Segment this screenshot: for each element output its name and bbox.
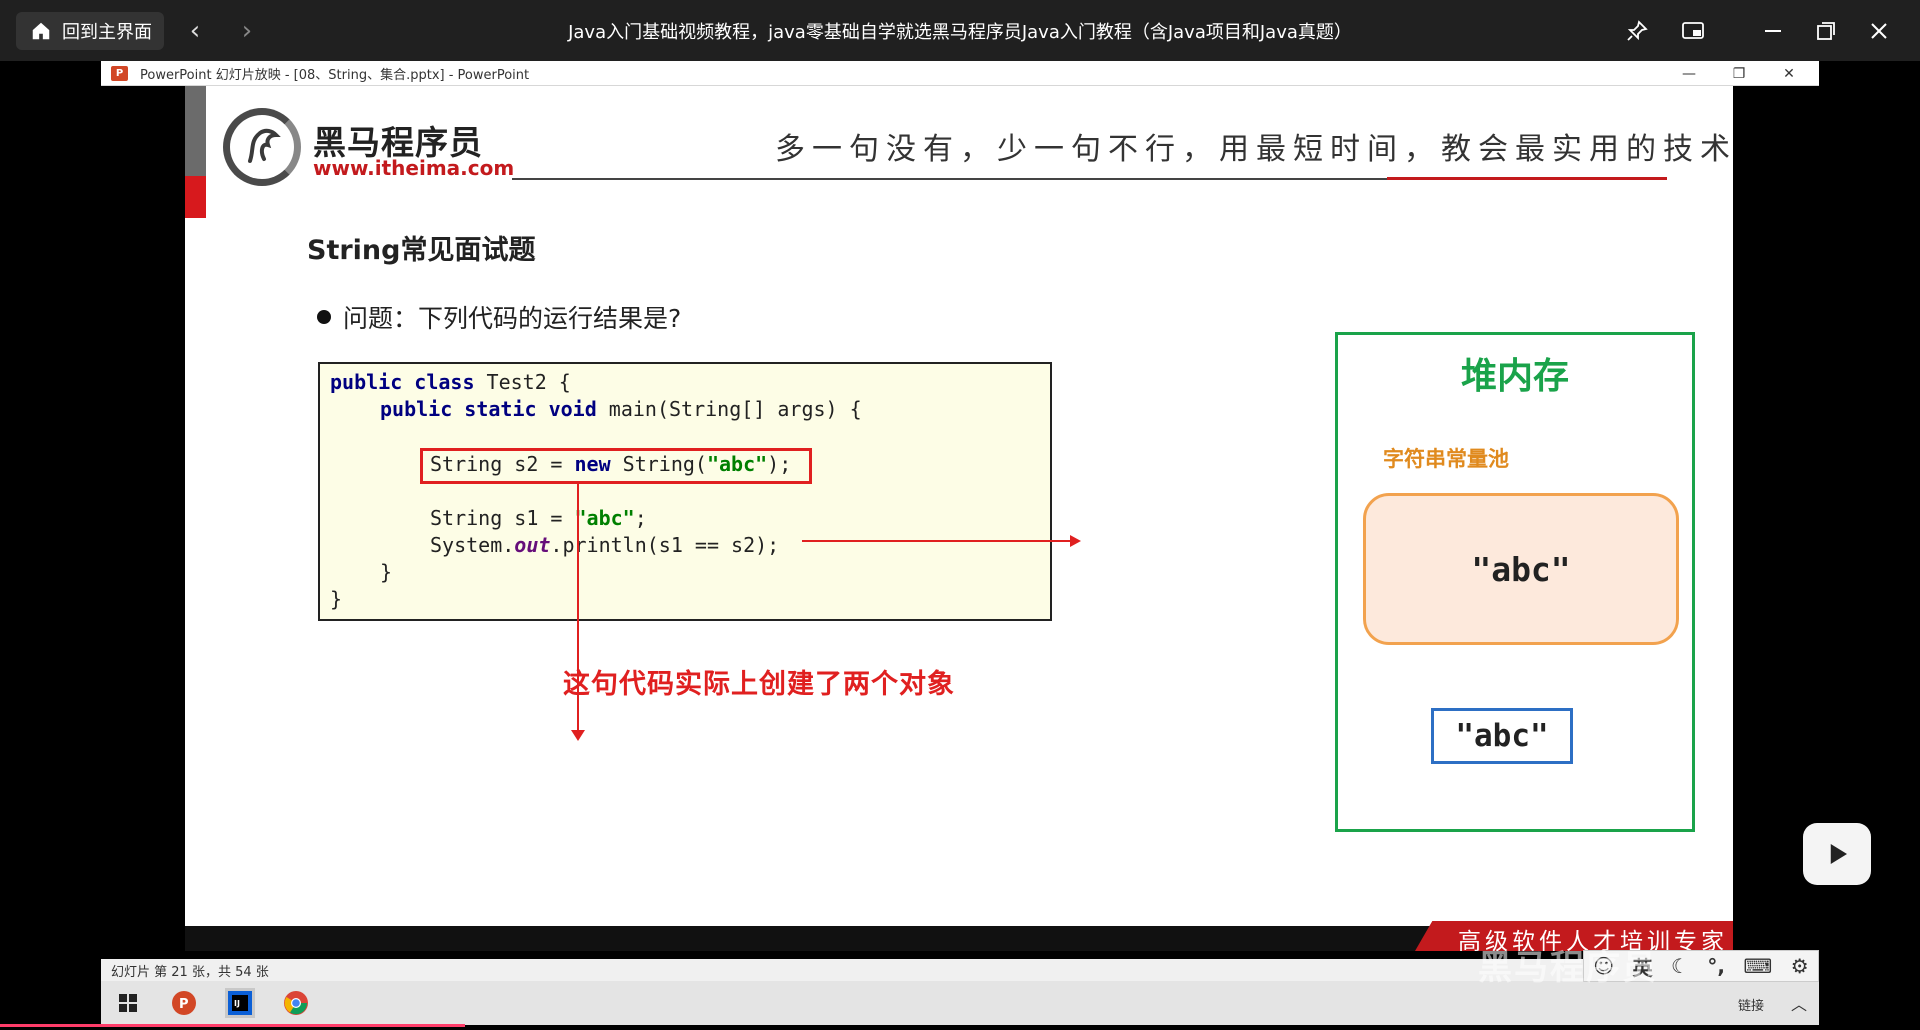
code-line-6: } — [380, 560, 393, 584]
home-button-label: 回到主界面 — [62, 22, 152, 43]
play-button[interactable] — [1803, 823, 1871, 885]
code-line-2: public static void main(String[] args) { — [380, 397, 862, 421]
logo-horse-icon — [223, 108, 301, 186]
output-arrow-head — [1070, 535, 1081, 547]
slide-side-gray-bar — [185, 86, 206, 176]
code-highlight-box — [420, 448, 812, 484]
close-icon[interactable] — [1862, 14, 1896, 48]
output-arrow-line — [802, 540, 1072, 542]
code-box: public class Test2 { public static void … — [318, 362, 1052, 621]
bullet-dot-icon — [317, 310, 331, 324]
string-pool-box: "abc" — [1363, 493, 1679, 645]
slide-heading: String常见面试题 — [307, 235, 536, 266]
slogan-underline-accent — [1387, 177, 1667, 180]
minimize-icon[interactable] — [1756, 14, 1790, 48]
slide-side-red-bar — [185, 176, 206, 218]
powerpoint-title-bar: P PowerPoint 幻灯片放映 - [08、String、集合.pptx]… — [101, 61, 1819, 86]
watermark-text: 黑马程序员 — [1478, 948, 1658, 988]
ppt-close-icon[interactable]: ✕ — [1769, 61, 1809, 86]
picture-in-picture-icon[interactable] — [1676, 14, 1710, 48]
ppt-restore-icon[interactable]: ❐ — [1719, 61, 1759, 86]
question-bullet: 问题：下列代码的运行结果是? — [317, 299, 681, 335]
ime-settings-icon[interactable]: ⚙ — [1791, 954, 1809, 978]
slogan: 多一句没有，少一句不行，用最短时间，教会最实用的技术！ — [775, 132, 1733, 167]
forward-arrow-icon[interactable]: › — [230, 14, 264, 48]
powerpoint-window-title: PowerPoint 幻灯片放映 - [08、String、集合.pptx] -… — [140, 67, 530, 83]
annotation-text: 这句代码实际上创建了两个对象 — [563, 669, 955, 700]
svg-text:P: P — [179, 997, 189, 1012]
video-title: Java入门基础视频教程，java零基础自学就选黑马程序员Java入门教程（含J… — [568, 22, 1352, 43]
tray-chevron-up-icon[interactable]: ︿ — [1791, 991, 1807, 1015]
back-arrow-icon[interactable]: ‹ — [178, 14, 212, 48]
heap-object-box: "abc" — [1431, 708, 1573, 764]
windows-start-icon[interactable] — [113, 988, 143, 1018]
player-top-bar: 回到主界面 ‹ › Java入门基础视频教程，java零基础自学就选黑马程序员J… — [0, 0, 1920, 61]
slide-counter: 幻灯片 第 21 张，共 54 张 — [111, 964, 269, 980]
code-line-7: } — [330, 587, 343, 611]
string-pool-label: 字符串常量池 — [1383, 447, 1509, 471]
powerpoint-icon: P — [111, 65, 128, 81]
ime-punct-icon[interactable]: °, — [1707, 954, 1725, 978]
slide: 黑马程序员 www.itheima.com 多一句没有，少一句不行，用最短时间，… — [185, 86, 1733, 951]
heap-title: 堆内存 — [1460, 356, 1569, 397]
play-icon — [1830, 844, 1847, 864]
home-button[interactable]: 回到主界面 — [16, 12, 164, 50]
code-line-4: String s1 = "abc"; — [430, 506, 647, 530]
restore-icon[interactable] — [1809, 14, 1843, 48]
logo-url: www.itheima.com — [313, 156, 515, 180]
svg-text:IJ: IJ — [234, 999, 240, 1008]
ppt-minimize-icon[interactable]: — — [1669, 61, 1709, 86]
code-line-5: System.out.println(s1 == s2); — [430, 533, 780, 557]
code-line-1: public class Test2 { — [330, 370, 571, 394]
home-icon — [32, 22, 50, 40]
question-text: 问题：下列代码的运行结果是? — [343, 304, 682, 333]
intellij-taskbar-icon[interactable]: IJ — [225, 988, 255, 1018]
ime-keyboard-icon[interactable]: ⌨ — [1743, 954, 1772, 978]
tray-link-label[interactable]: 链接 — [1738, 995, 1764, 1014]
powerpoint-taskbar-icon[interactable]: P — [169, 988, 199, 1018]
pin-icon[interactable] — [1620, 14, 1654, 48]
ime-moon-icon[interactable]: ☾ — [1671, 954, 1689, 978]
annotation-arrow-head — [571, 730, 585, 741]
video-progress-bar[interactable] — [0, 1024, 465, 1027]
chrome-taskbar-icon[interactable] — [281, 988, 311, 1018]
heap-memory-box: 堆内存 字符串常量池 "abc" "abc" — [1335, 332, 1695, 832]
